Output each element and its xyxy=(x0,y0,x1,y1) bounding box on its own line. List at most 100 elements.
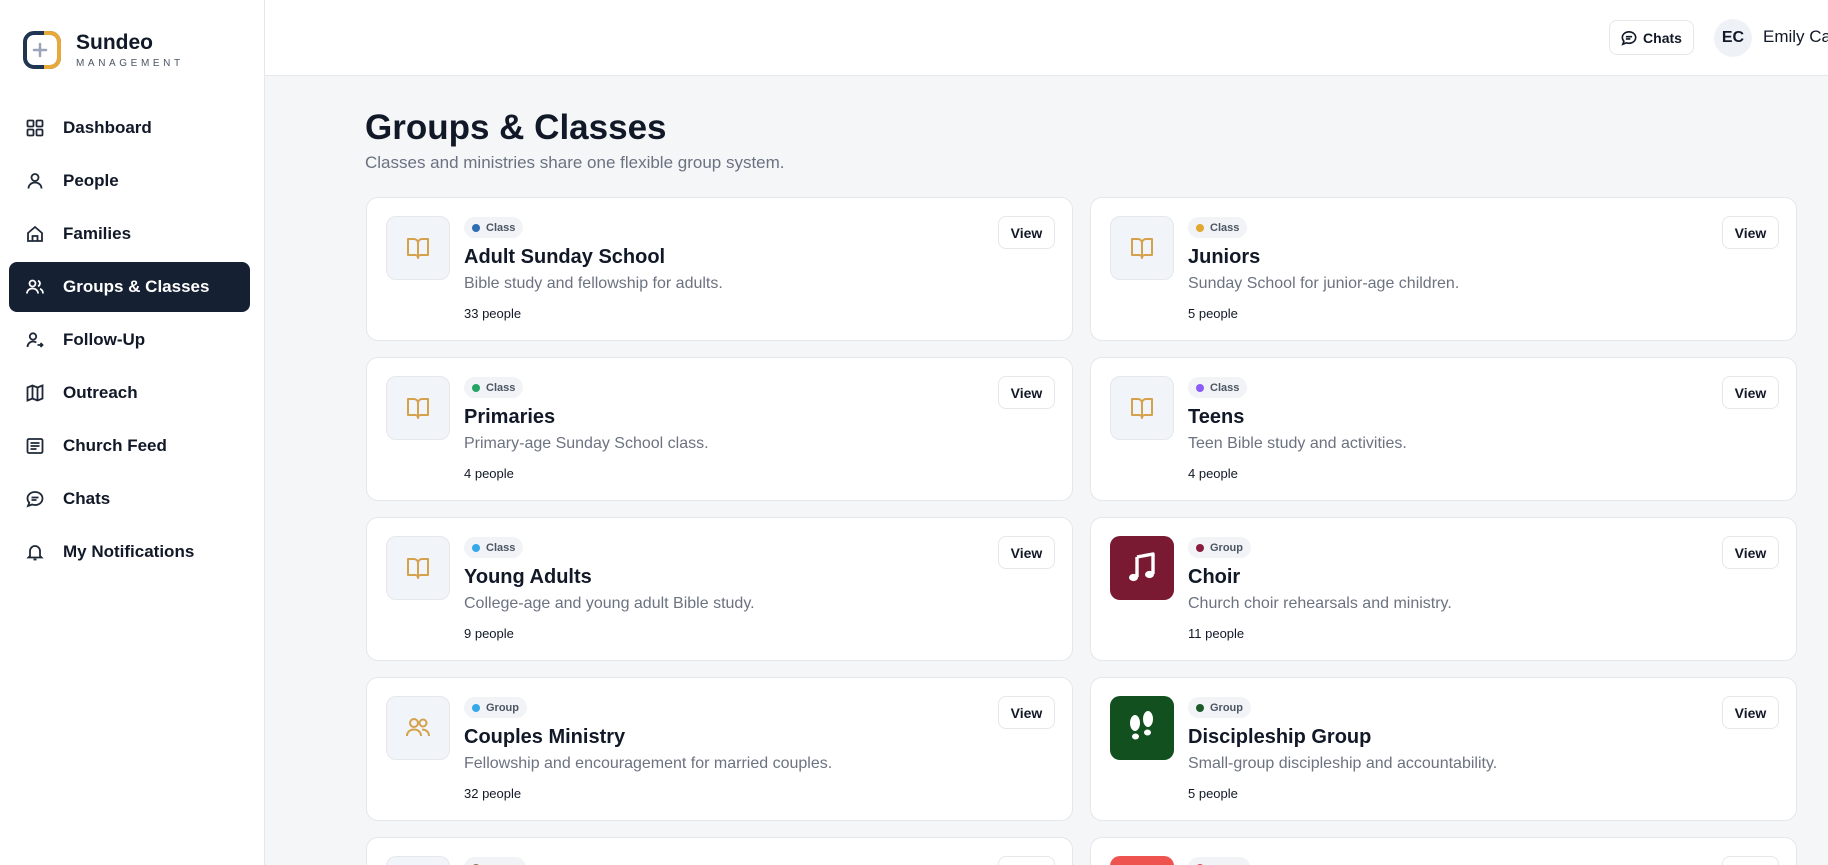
group-card[interactable]: Class Teens Teen Bible study and activit… xyxy=(1090,357,1797,501)
avatar[interactable]: EC xyxy=(1714,19,1752,57)
member-count: 33 people xyxy=(464,306,522,321)
view-button[interactable] xyxy=(998,856,1055,865)
group-name: Couples Ministry xyxy=(464,726,626,748)
group-description: Small-group discipleship and accountabil… xyxy=(1188,755,1498,772)
group-description: Fellowship and encouragement for married… xyxy=(464,755,833,772)
sidebar-item-label: Church Feed xyxy=(63,436,167,455)
group-card[interactable]: Group Discipleship Group Small-group dis… xyxy=(1090,677,1797,821)
member-count: 32 people xyxy=(464,786,522,801)
sidebar-item-label: Dashboard xyxy=(63,118,152,137)
view-button[interactable]: View xyxy=(998,696,1055,729)
sidebar-item-church-feed[interactable]: Church Feed xyxy=(9,421,250,471)
type-badge: Class xyxy=(464,377,524,398)
book-icon xyxy=(386,536,450,600)
sidebar-item-label: Chats xyxy=(63,489,111,508)
sidebar-item-my-notifications[interactable]: My Notifications xyxy=(9,527,250,577)
member-count: 11 people xyxy=(1188,626,1245,641)
group-description: Church choir rehearsals and ministry. xyxy=(1188,595,1452,612)
sidebar-item-follow-up[interactable]: Follow-Up xyxy=(9,315,250,365)
user-name[interactable]: Emily Ca xyxy=(1763,27,1828,47)
sidebar-item-chats[interactable]: Chats xyxy=(9,474,250,524)
member-count: 5 people xyxy=(1188,786,1238,801)
group-card-partial[interactable] xyxy=(366,837,1073,865)
users-icon xyxy=(25,277,45,297)
footprints-icon xyxy=(1110,696,1174,760)
brand-name: Sundeo xyxy=(76,31,153,54)
chat-icon xyxy=(25,489,45,509)
type-badge: Class xyxy=(1188,217,1248,238)
sidebar-item-people[interactable]: People xyxy=(9,156,250,206)
view-button[interactable]: View xyxy=(1722,696,1779,729)
group-thumb xyxy=(386,856,450,865)
group-name: Young Adults xyxy=(464,566,592,588)
user-arrow-icon xyxy=(25,330,45,350)
brand-subtitle: MANAGEMENT xyxy=(76,58,184,69)
sidebar-item-dashboard[interactable]: Dashboard xyxy=(9,103,250,153)
book-icon xyxy=(386,216,450,280)
group-card[interactable]: Group Couples Ministry Fellowship and en… xyxy=(366,677,1073,821)
view-button[interactable]: View xyxy=(998,536,1055,569)
music-note-icon xyxy=(1110,536,1174,600)
view-button[interactable]: View xyxy=(998,216,1055,249)
view-button[interactable]: View xyxy=(1722,536,1779,569)
group-description: Primary-age Sunday School class. xyxy=(464,435,709,452)
book-icon xyxy=(386,376,450,440)
view-button[interactable] xyxy=(1722,856,1779,865)
group-card[interactable]: Class Adult Sunday School Bible study an… xyxy=(366,197,1073,341)
sidebar: Sundeo MANAGEMENT Dashboard People Famil… xyxy=(0,0,265,865)
view-button[interactable]: View xyxy=(1722,376,1779,409)
view-button[interactable]: View xyxy=(1722,216,1779,249)
type-badge xyxy=(464,857,526,865)
book-icon xyxy=(1110,376,1174,440)
sidebar-item-label: Outreach xyxy=(63,383,138,402)
brand-logo[interactable]: Sundeo MANAGEMENT xyxy=(22,30,184,70)
sidebar-item-label: Follow-Up xyxy=(63,330,146,349)
group-card[interactable]: Class Juniors Sunday School for junior-a… xyxy=(1090,197,1797,341)
type-badge: Group xyxy=(464,697,527,718)
group-name: Juniors xyxy=(1188,246,1261,268)
sidebar-item-families[interactable]: Families xyxy=(9,209,250,259)
grid-icon xyxy=(25,118,45,138)
topbar: Chats EC Emily Ca xyxy=(265,0,1828,76)
group-card[interactable]: Group Choir Church choir rehearsals and … xyxy=(1090,517,1797,661)
logo-mark-icon xyxy=(22,30,62,70)
chats-button[interactable]: Chats xyxy=(1609,20,1694,55)
view-button[interactable]: View xyxy=(998,376,1055,409)
group-name: Choir xyxy=(1188,566,1241,588)
page-subtitle: Classes and ministries share one flexibl… xyxy=(365,153,785,172)
group-description: Bible study and fellowship for adults. xyxy=(464,275,723,292)
sidebar-nav: Dashboard People Families Groups & Class… xyxy=(9,103,250,580)
member-count: 5 people xyxy=(1188,306,1238,321)
type-badge: Class xyxy=(464,217,524,238)
group-description: College-age and young adult Bible study. xyxy=(464,595,755,612)
group-thumb xyxy=(1110,856,1174,865)
sidebar-item-label: People xyxy=(63,171,119,190)
member-count: 4 people xyxy=(1188,466,1238,481)
group-name: Teens xyxy=(1188,406,1245,428)
sidebar-item-outreach[interactable]: Outreach xyxy=(9,368,250,418)
group-card-partial[interactable] xyxy=(1090,837,1797,865)
chats-button-label: Chats xyxy=(1643,29,1682,46)
user-icon xyxy=(25,171,45,191)
bell-icon xyxy=(25,542,45,562)
group-name: Adult Sunday School xyxy=(464,246,666,268)
users-icon xyxy=(386,696,450,760)
group-description: Teen Bible study and activities. xyxy=(1188,435,1407,452)
sidebar-item-groups-classes[interactable]: Groups & Classes xyxy=(9,262,250,312)
type-badge: Class xyxy=(1188,377,1248,398)
type-badge: Group xyxy=(1188,537,1251,558)
map-icon xyxy=(25,383,45,403)
group-name: Primaries xyxy=(464,406,556,428)
sidebar-item-label: My Notifications xyxy=(63,542,195,561)
type-badge: Group xyxy=(1188,697,1251,718)
type-badge xyxy=(1188,857,1250,865)
sidebar-item-label: Families xyxy=(63,224,132,243)
group-description: Sunday School for junior-age children. xyxy=(1188,275,1460,292)
sidebar-item-label: Groups & Classes xyxy=(63,277,210,296)
group-card[interactable]: Class Young Adults College-age and young… xyxy=(366,517,1073,661)
chat-icon xyxy=(1621,30,1637,46)
member-count: 4 people xyxy=(464,466,514,481)
house-icon xyxy=(25,224,45,244)
type-badge: Class xyxy=(464,537,524,558)
group-card[interactable]: Class Primaries Primary-age Sunday Schoo… xyxy=(366,357,1073,501)
